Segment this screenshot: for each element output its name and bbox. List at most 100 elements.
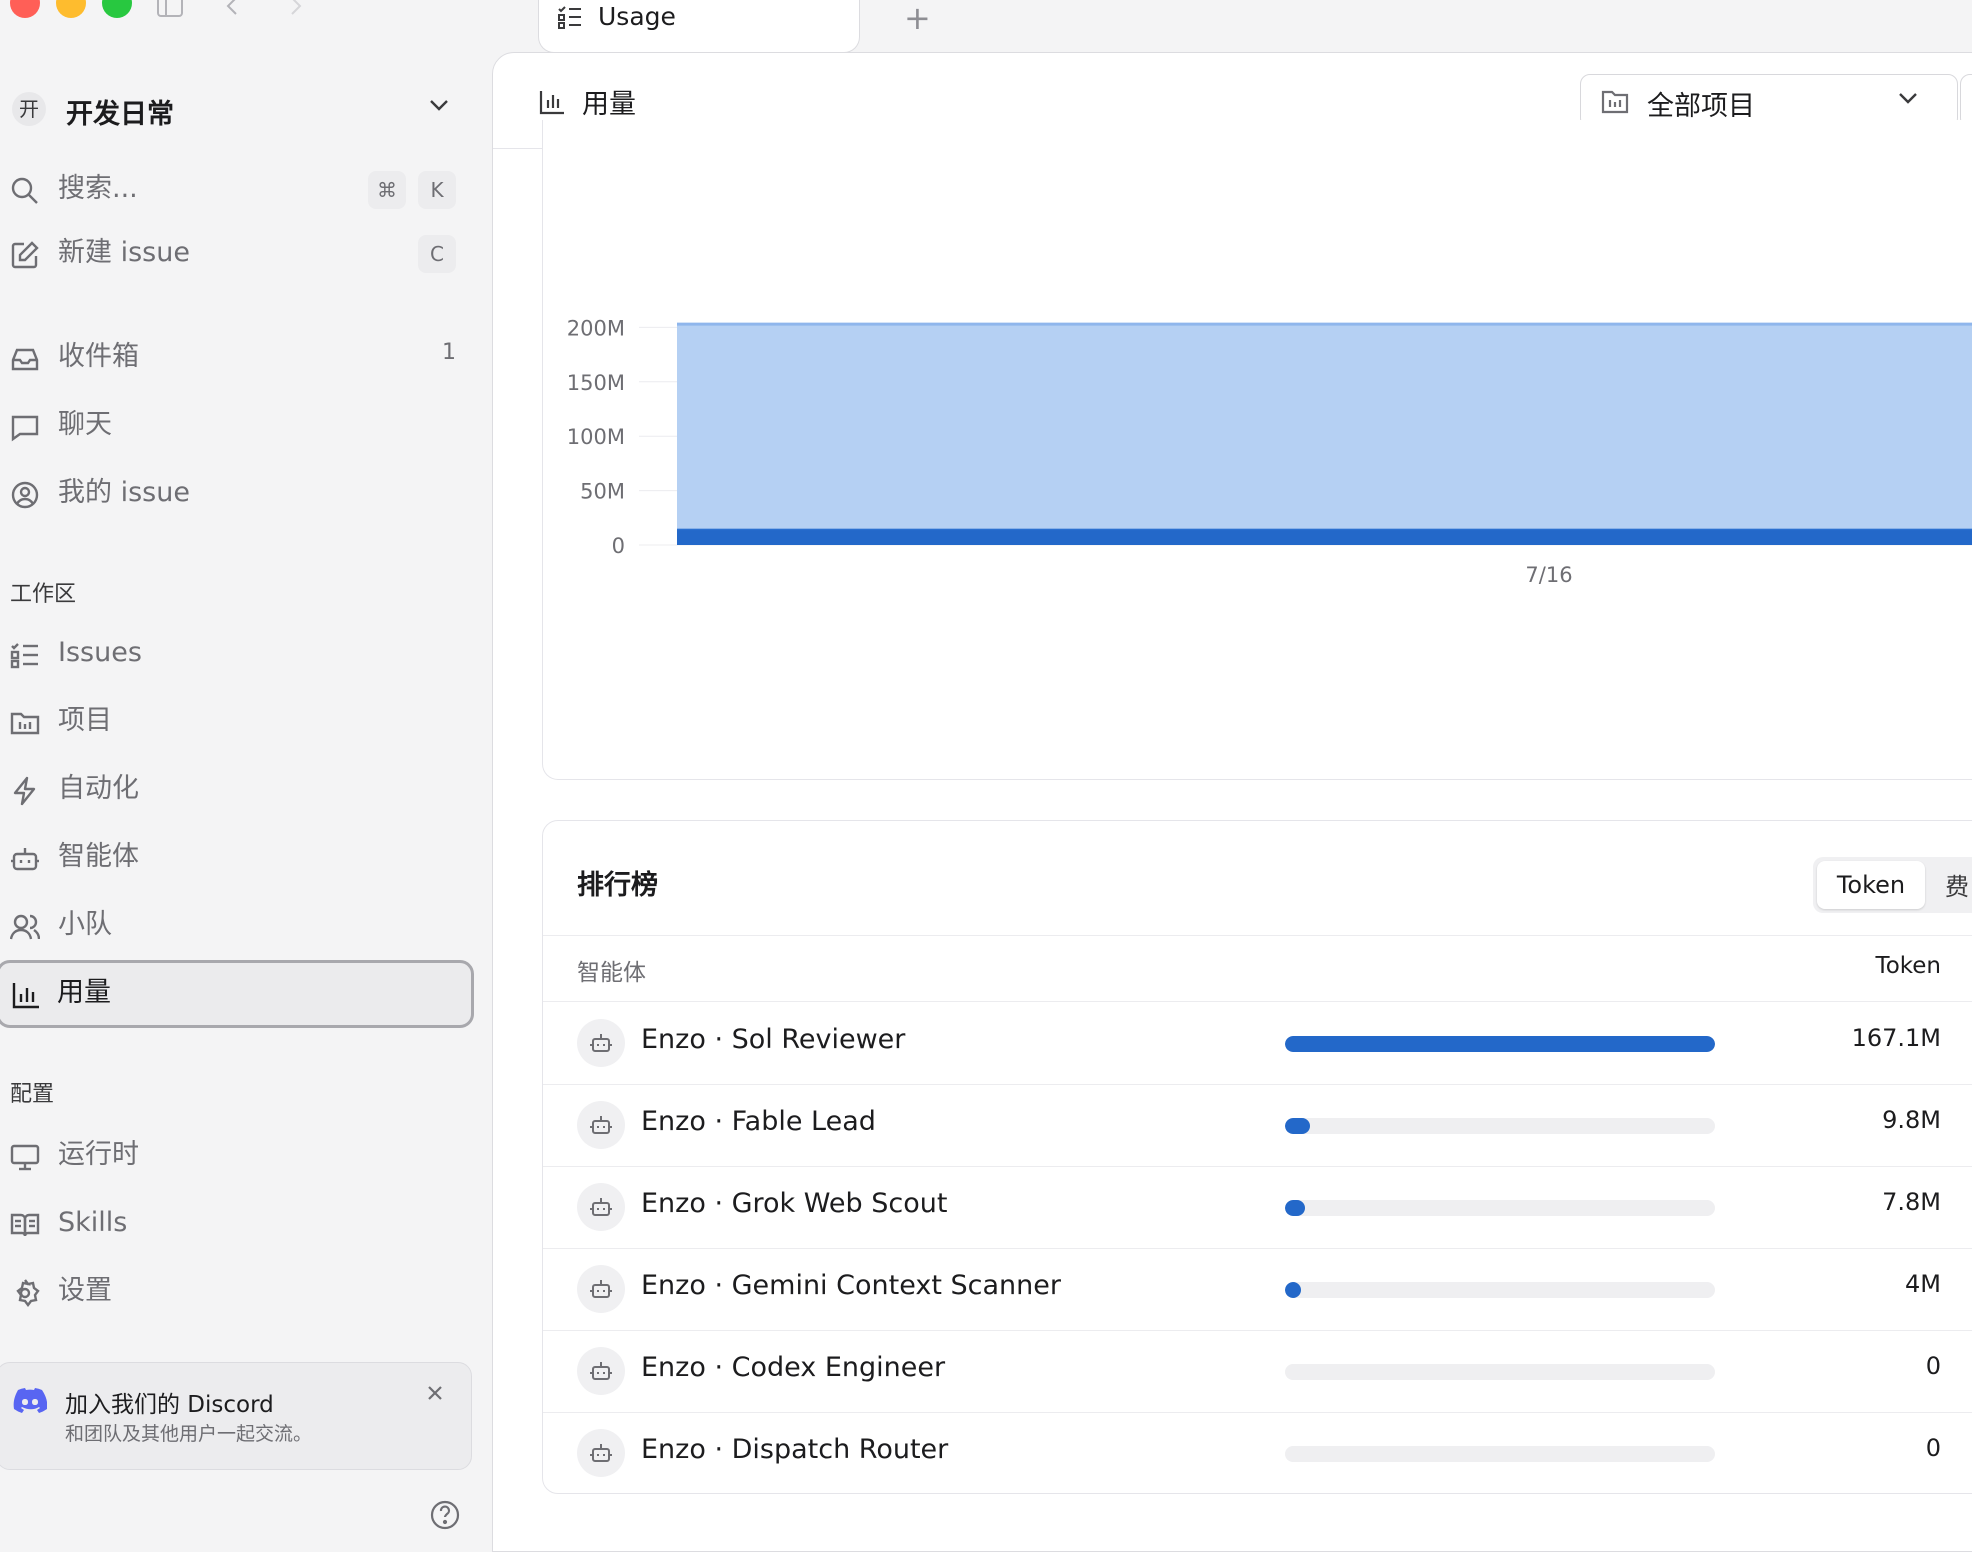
- sidebar-item-settings[interactable]: 设置: [0, 1264, 480, 1320]
- y-tick-label: 200M: [567, 316, 625, 340]
- minimize-window-button[interactable]: [56, 0, 86, 18]
- discord-banner[interactable]: 加入我们的 Discord 和团队及其他用户一起交流。: [0, 1362, 472, 1470]
- sidebar-item-squads[interactable]: 小队: [0, 898, 480, 954]
- usage-chart: 0 50M 100M 150M 200M 7/16: [567, 316, 1972, 587]
- robot-icon: [577, 1265, 625, 1313]
- table-row[interactable]: Enzo · Fable Lead 9.8M: [543, 1084, 1972, 1166]
- workspace-section-title: 工作区: [10, 582, 77, 607]
- area-series-0: [677, 528, 1972, 545]
- robot-icon: [577, 1183, 625, 1231]
- skills-label: Skills: [58, 1207, 128, 1238]
- usage-bar-track: [1285, 1200, 1715, 1216]
- agent-name: Enzo · Codex Engineer: [641, 1352, 946, 1383]
- sidebar-item-issues[interactable]: Issues: [0, 626, 480, 682]
- token-value: 7.8M: [1882, 1188, 1941, 1216]
- list-icon: [557, 4, 583, 30]
- search-icon: [10, 176, 40, 206]
- sidebar-item-agents[interactable]: 智能体: [0, 830, 480, 886]
- page-title: 用量: [582, 89, 636, 120]
- area-series-1: [677, 324, 1972, 529]
- forward-icon[interactable]: [288, 0, 304, 18]
- issues-label: Issues: [58, 637, 142, 668]
- usage-bar-fill: [1285, 1036, 1715, 1052]
- usage-bar-fill: [1285, 1282, 1301, 1298]
- table-row[interactable]: Enzo · Codex Engineer 0: [543, 1330, 1972, 1412]
- usage-bar-track: [1285, 1036, 1715, 1052]
- sidebar-item-runtime[interactable]: 运行时: [0, 1128, 480, 1184]
- search-button[interactable]: 搜索... ⌘ K: [0, 162, 480, 218]
- table-row[interactable]: Enzo · Grok Web Scout 7.8M: [543, 1166, 1972, 1248]
- token-value: 167.1M: [1851, 1024, 1941, 1052]
- table-row[interactable]: Enzo · Sol Reviewer 167.1M: [543, 1002, 1972, 1084]
- y-tick-label: 150M: [567, 371, 625, 395]
- automation-label: 自动化: [58, 773, 139, 804]
- new-tab-button[interactable]: +: [904, 2, 931, 34]
- close-window-button[interactable]: [10, 0, 40, 18]
- sidebar-item-my-issues[interactable]: 我的 issue: [0, 466, 480, 522]
- user-circle-icon: [10, 480, 40, 510]
- bar-chart-icon: [538, 88, 566, 116]
- shortcut-cmd: ⌘: [368, 171, 406, 209]
- toggle-cost[interactable]: 费: [1945, 867, 1969, 902]
- search-label: 搜索...: [58, 173, 138, 204]
- token-value: 9.8M: [1882, 1106, 1941, 1134]
- sidebar-item-projects[interactable]: 项目: [0, 694, 480, 750]
- shortcut-c: C: [418, 235, 456, 273]
- chevron-down-icon[interactable]: [428, 98, 450, 112]
- users-icon: [10, 912, 40, 942]
- agent-name: Enzo · Dispatch Router: [641, 1434, 949, 1465]
- squads-label: 小队: [58, 909, 112, 940]
- toggle-token[interactable]: Token: [1817, 861, 1925, 909]
- workspace-name[interactable]: 开发日常: [66, 92, 174, 131]
- discord-subtitle: 和团队及其他用户一起交流。: [65, 1423, 313, 1445]
- new-issue-button[interactable]: 新建 issue C: [0, 226, 480, 282]
- settings-label: 设置: [58, 1275, 112, 1306]
- token-value: 0: [1925, 1352, 1941, 1380]
- config-section-title: 配置: [10, 1082, 55, 1107]
- robot-icon: [577, 1347, 625, 1395]
- inbox-icon: [10, 344, 40, 374]
- column-header-agent: 智能体: [577, 960, 646, 986]
- discord-icon: [13, 1387, 47, 1413]
- robot-icon: [577, 1101, 625, 1149]
- sidebar-toggle-icon[interactable]: [156, 0, 184, 18]
- y-tick-label: 100M: [567, 425, 625, 449]
- metric-toggle[interactable]: Token 费: [1813, 857, 1972, 913]
- my-issues-label: 我的 issue: [58, 477, 190, 508]
- folder-chart-icon: [1601, 89, 1629, 115]
- usage-bar-fill: [1285, 1200, 1305, 1216]
- agents-label: 智能体: [58, 841, 139, 872]
- help-icon[interactable]: [430, 1500, 460, 1530]
- back-icon[interactable]: [224, 0, 240, 18]
- sidebar-item-chat[interactable]: 聊天: [0, 398, 480, 454]
- sidebar-item-usage[interactable]: 用量: [0, 960, 474, 1028]
- usage-bar-fill: [1285, 1118, 1310, 1134]
- sidebar-item-skills[interactable]: Skills: [0, 1196, 480, 1252]
- chat-label: 聊天: [58, 409, 112, 440]
- new-issue-label: 新建 issue: [58, 237, 190, 268]
- tab-usage[interactable]: [538, 0, 860, 53]
- bar-chart-icon: [11, 980, 41, 1010]
- projects-label: 项目: [58, 705, 112, 736]
- usage-label: 用量: [57, 977, 111, 1008]
- sidebar-item-automation[interactable]: 自动化: [0, 762, 480, 818]
- usage-chart-card: 0 50M 100M 150M 200M 7/16: [542, 120, 1972, 780]
- leaderboard-card: 排行榜 Token 费 智能体 Token Enzo · Sol Reviewe…: [542, 820, 1972, 1494]
- table-row[interactable]: Enzo · Gemini Context Scanner 4M: [543, 1248, 1972, 1330]
- robot-icon: [577, 1429, 625, 1477]
- token-value: 0: [1925, 1434, 1941, 1462]
- workspace-avatar[interactable]: 开: [12, 92, 46, 126]
- project-filter-value: 全部项目: [1647, 91, 1755, 122]
- divider: [543, 935, 1972, 936]
- close-icon[interactable]: [425, 1383, 445, 1403]
- discord-title: 加入我们的 Discord: [65, 1392, 274, 1418]
- tab-label: Usage: [598, 2, 676, 31]
- shortcut-k: K: [418, 171, 456, 209]
- chevron-down-icon: [1897, 91, 1919, 105]
- y-tick-label: 0: [612, 534, 625, 558]
- zoom-window-button[interactable]: [102, 0, 132, 18]
- gear-icon: [10, 1278, 40, 1308]
- table-row[interactable]: Enzo · Dispatch Router 0: [543, 1412, 1972, 1494]
- sidebar-item-inbox[interactable]: 收件箱 1: [0, 330, 480, 386]
- usage-bar-track: [1285, 1446, 1715, 1462]
